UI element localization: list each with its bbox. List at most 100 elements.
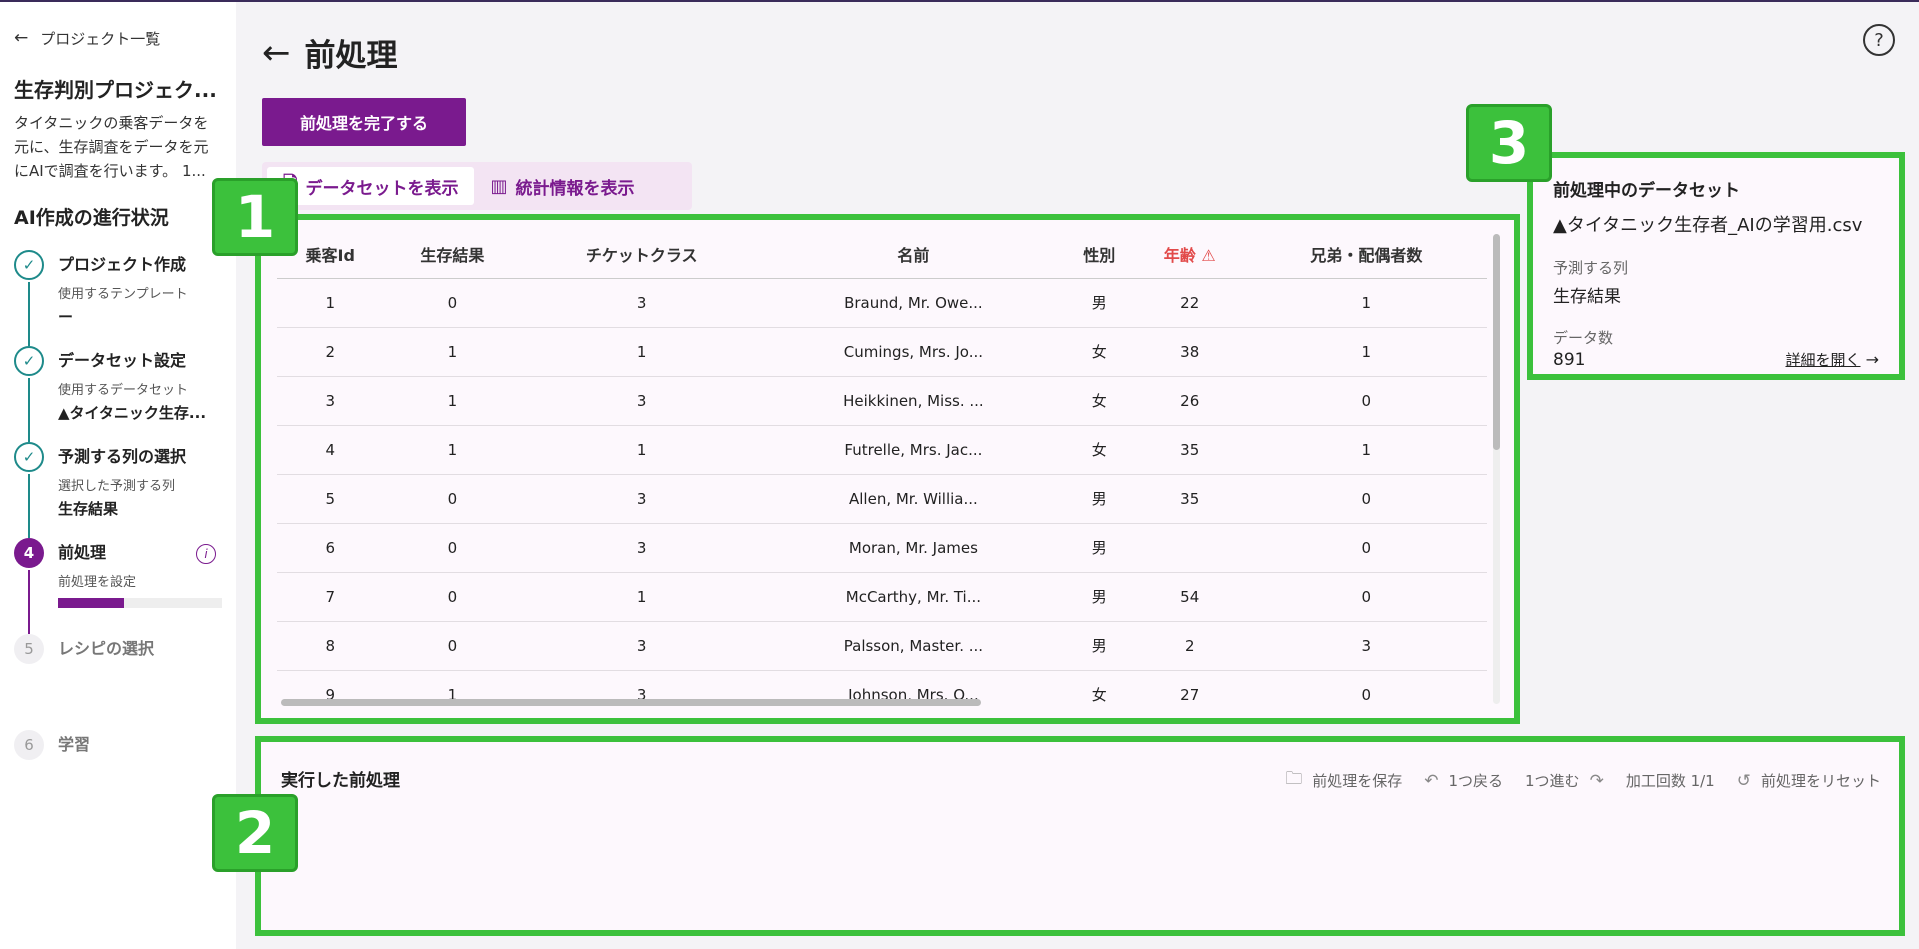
step-dataset-setting[interactable]: ✓ データセット設定 使用するデータセット ▲タイタニック生存... <box>14 346 222 442</box>
preprocessing-actions: 🗀 前処理を保存 ↶ 1つ戻る 1つ進む ↷ 加工回数 1/1 ↺ 前処理をリセ… <box>1263 766 1881 795</box>
save-folder-icon: 🗀 <box>1285 769 1303 789</box>
view-tabs: 🗋 データセットを表示 ▥ 統計情報を表示 <box>262 162 692 210</box>
horizontal-scrollbar[interactable] <box>281 699 1471 706</box>
redo-button[interactable]: 1つ進む ↷ <box>1525 770 1604 791</box>
column-header[interactable]: 名前 <box>761 230 1065 279</box>
step-name: プロジェクト作成 <box>58 255 187 274</box>
step-target-column[interactable]: ✓ 予測する列の選択 選択した予測する列 生存結果 <box>14 442 222 538</box>
annotation-badge: 2 <box>212 794 298 872</box>
dataset-table: 乗客Id 生存結果 チケットクラス 名前 性別 年齢 ⚠ 兄弟・配偶者数 103… <box>277 230 1487 718</box>
table-cell: Moran, Mr. James <box>761 523 1065 573</box>
table-cell: 3 <box>521 474 762 524</box>
table-cell: 8 <box>277 621 384 671</box>
table-cell: 男 <box>1064 523 1134 573</box>
table-row[interactable]: 6 0 3 Moran, Mr. James 男 0 <box>277 523 1487 573</box>
help-icon[interactable]: ? <box>1863 24 1895 56</box>
column-header[interactable]: チケットクラス <box>521 230 762 279</box>
table-cell: 27 <box>1133 670 1246 718</box>
annotation-badge: 1 <box>212 178 298 256</box>
table-cell: 0 <box>383 523 522 573</box>
step-value: ー <box>58 308 74 326</box>
step-name: データセット設定 <box>58 351 187 370</box>
check-icon: ✓ <box>14 346 44 376</box>
column-header-warning[interactable]: 年齢 ⚠ <box>1133 230 1246 279</box>
dataset-table-panel: 乗客Id 生存結果 チケットクラス 名前 性別 年齢 ⚠ 兄弟・配偶者数 103… <box>255 214 1520 724</box>
table-cell: 1 <box>521 572 762 622</box>
step-preprocessing[interactable]: 4 前処理 i 前処理を設定 <box>14 538 222 634</box>
table-cell: 35 <box>1133 474 1246 524</box>
progress-section-title: AI作成の進行状況 <box>14 207 169 229</box>
check-icon: ✓ <box>14 442 44 472</box>
table-row[interactable]: 2 1 1 Cumings, Mrs. Jo... 女 38 1 <box>277 327 1487 377</box>
table-body: 1 0 3 Braund, Mr. Owe... 男 22 1 2 1 1 Cumings, Mrs… <box>277 278 1487 718</box>
column-header[interactable]: 生存結果 <box>383 230 522 279</box>
table-row[interactable]: 3 1 3 Heikkinen, Miss. ... 女 26 0 <box>277 376 1487 426</box>
tab-label: データセットを表示 <box>305 178 459 199</box>
tab-show-statistics[interactable]: ▥ 統計情報を表示 <box>474 167 650 205</box>
table-cell: 9 <box>277 670 384 718</box>
undo-button[interactable]: ↶ 1つ戻る <box>1424 770 1503 791</box>
table-cell: 0 <box>1245 670 1487 718</box>
step-connector <box>28 570 30 634</box>
column-header[interactable]: 兄弟・配偶者数 <box>1245 230 1487 279</box>
progress-steps: ✓ プロジェクト作成 使用するテンプレート ー ✓ データセット設定 使用するデ… <box>14 250 222 826</box>
table-row[interactable]: 4 1 1 Futrelle, Mrs. Jac... 女 35 1 <box>277 425 1487 475</box>
table-scroll-area[interactable]: 乗客Id 生存結果 チケットクラス 名前 性別 年齢 ⚠ 兄弟・配偶者数 103… <box>277 230 1487 718</box>
arrow-right-icon: → <box>1865 349 1879 369</box>
annotation-badge: 3 <box>1466 104 1552 182</box>
open-details-label: 詳細を開く <box>1785 350 1861 369</box>
table-cell: 4 <box>277 425 384 475</box>
open-details-link[interactable]: 詳細を開く → <box>1785 349 1879 370</box>
info-icon[interactable]: i <box>196 544 216 564</box>
table-cell: Cumings, Mrs. Jo... <box>761 327 1065 377</box>
action-label: 前処理を保存 <box>1312 772 1403 790</box>
save-preprocessing-button[interactable]: 🗀 前処理を保存 <box>1285 766 1402 795</box>
tab-show-dataset[interactable]: 🗋 データセットを表示 <box>267 167 475 205</box>
table-cell: Futrelle, Mrs. Jac... <box>761 425 1065 475</box>
undo-icon: ↶ <box>1424 770 1439 791</box>
table-cell: 0 <box>383 572 522 622</box>
table-cell: 0 <box>383 474 522 524</box>
reset-preprocessing-button[interactable]: ↺ 前処理をリセット <box>1737 770 1881 791</box>
project-description: タイタニックの乗客データを元に、生存調査をデータを元にAIで調査を行います。 1… <box>14 114 209 180</box>
step-number: 5 <box>14 634 44 664</box>
column-header[interactable]: 性別 <box>1064 230 1134 279</box>
project-title: 生存判別プロジェク... <box>14 78 217 102</box>
table-cell: 1 <box>521 425 762 475</box>
step-sub: 前処理を設定 <box>58 575 137 590</box>
table-cell: 1 <box>277 278 384 328</box>
project-list-link[interactable]: ← プロジェクト一覧 <box>14 26 222 50</box>
back-arrow-icon[interactable]: ← <box>262 36 291 70</box>
bar-chart-icon: ▥ <box>490 175 508 197</box>
scrollbar-thumb[interactable] <box>281 699 981 706</box>
vertical-scrollbar[interactable] <box>1493 234 1500 704</box>
tab-label: 統計情報を表示 <box>515 178 635 199</box>
table-cell: 1 <box>1245 425 1487 475</box>
table-header-row: 乗客Id 生存結果 チケットクラス 名前 性別 年齢 ⚠ 兄弟・配偶者数 <box>277 230 1487 279</box>
project-list-label: プロジェクト一覧 <box>40 29 161 48</box>
table-cell: 0 <box>383 278 522 328</box>
step-project-create[interactable]: ✓ プロジェクト作成 使用するテンプレート ー <box>14 250 222 346</box>
table-row[interactable]: 5 0 3 Allen, Mr. Willia... 男 35 0 <box>277 474 1487 524</box>
action-label: 1つ戻る <box>1448 772 1504 790</box>
complete-preprocessing-button[interactable]: 前処理を完了する <box>262 98 466 146</box>
table-row[interactable]: 7 0 1 McCarthy, Mr. Ti... 男 54 0 <box>277 572 1487 622</box>
page-title: 前処理 <box>304 38 398 74</box>
data-count-row: 891 詳細を開く → <box>1553 348 1879 371</box>
table-cell: 2 <box>1133 621 1246 671</box>
step-progress-bar <box>58 598 222 608</box>
table-cell: 男 <box>1064 621 1134 671</box>
step-number: 6 <box>14 730 44 760</box>
table-cell: 3 <box>521 376 762 426</box>
table-row[interactable]: 8 0 3 Palsson, Master. ... 男 2 3 <box>277 621 1487 671</box>
step-training: 6 学習 <box>14 730 222 826</box>
dataset-file-name: ▲タイタニック生存者_AIの学習用.csv <box>1553 215 1863 236</box>
table-row[interactable]: 1 0 3 Braund, Mr. Owe... 男 22 1 <box>277 278 1487 328</box>
table-row[interactable]: 9 1 3 Johnson, Mrs. O... 女 27 0 <box>277 670 1487 718</box>
table-cell: 1 <box>1245 278 1487 328</box>
edit-count-label: 加工回数 1/1 <box>1625 772 1715 790</box>
redo-icon: ↷ <box>1589 770 1604 791</box>
target-column-label: 予測する列 <box>1553 259 1629 277</box>
table-cell: 3 <box>521 523 762 573</box>
scrollbar-thumb[interactable] <box>1493 234 1500 450</box>
